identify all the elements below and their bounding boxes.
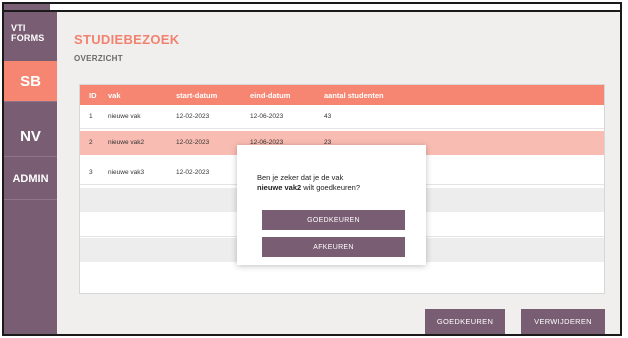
column-header-eind-datum[interactable]: eind-datum xyxy=(250,91,290,100)
sidebar-item-sb[interactable]: SB xyxy=(4,61,57,102)
cell-id: 2 xyxy=(89,139,93,146)
table-row[interactable]: 1 nieuwe vak 12-02-2023 12-06-2023 43 xyxy=(80,105,604,129)
table-header: ID vak start-datum eind-datum aantal stu… xyxy=(80,85,604,105)
page-title: STUDIEBEZOEK xyxy=(74,32,180,47)
brand-line-2: FORMS xyxy=(11,33,45,43)
brand-logo: VTI FORMS xyxy=(11,23,45,43)
sidebar-item-admin[interactable]: ADMIN xyxy=(4,159,57,200)
top-strip xyxy=(4,4,620,12)
empty-row xyxy=(80,263,604,287)
app-window: VTI FORMS SB NV ADMIN STUDIEBEZOEK OVERZ… xyxy=(2,2,622,336)
cell-aantal: 43 xyxy=(324,113,332,120)
cell-vak: nieuwe vak2 xyxy=(108,139,145,146)
top-strip-accent xyxy=(4,4,50,10)
column-header-aantal-studenten[interactable]: aantal studenten xyxy=(324,91,384,100)
cell-vak: nieuwe vak xyxy=(108,113,141,120)
confirm-vak-name: nieuwe vak2 xyxy=(257,183,302,192)
cell-start-datum: 12-02-2023 xyxy=(176,113,210,120)
cell-start-datum: 12-02-2023 xyxy=(176,169,210,176)
brand-line-1: VTI xyxy=(11,23,26,33)
column-header-start-datum[interactable]: start-datum xyxy=(176,91,217,100)
page-subtitle: OVERZICHT xyxy=(74,54,123,63)
column-header-vak[interactable]: vak xyxy=(108,91,121,100)
dialog-reject-button[interactable]: AFKEUREN xyxy=(262,237,405,257)
confirm-text-after: wilt goedkeuren? xyxy=(303,183,361,192)
confirm-dialog: Ben je zeker dat je de vak nieuwe vak2 w… xyxy=(237,145,426,265)
column-header-id[interactable]: ID xyxy=(89,91,97,100)
delete-button[interactable]: VERWIJDEREN xyxy=(521,309,605,334)
cell-eind-datum: 12-06-2023 xyxy=(250,113,284,120)
confirm-text-before: Ben je zeker dat je de vak xyxy=(257,173,344,182)
sidebar: VTI FORMS SB NV ADMIN xyxy=(4,12,57,334)
sidebar-item-nv[interactable]: NV xyxy=(4,116,57,157)
approve-button[interactable]: GOEDKEUREN xyxy=(425,309,505,334)
confirm-message: Ben je zeker dat je de vak nieuwe vak2 w… xyxy=(257,173,417,193)
dialog-approve-button[interactable]: GOEDKEUREN xyxy=(262,210,405,230)
cell-vak: nieuwe vak3 xyxy=(108,169,145,176)
cell-id: 1 xyxy=(89,113,93,120)
cell-start-datum: 12-02-2023 xyxy=(176,139,210,146)
cell-id: 3 xyxy=(89,169,93,176)
